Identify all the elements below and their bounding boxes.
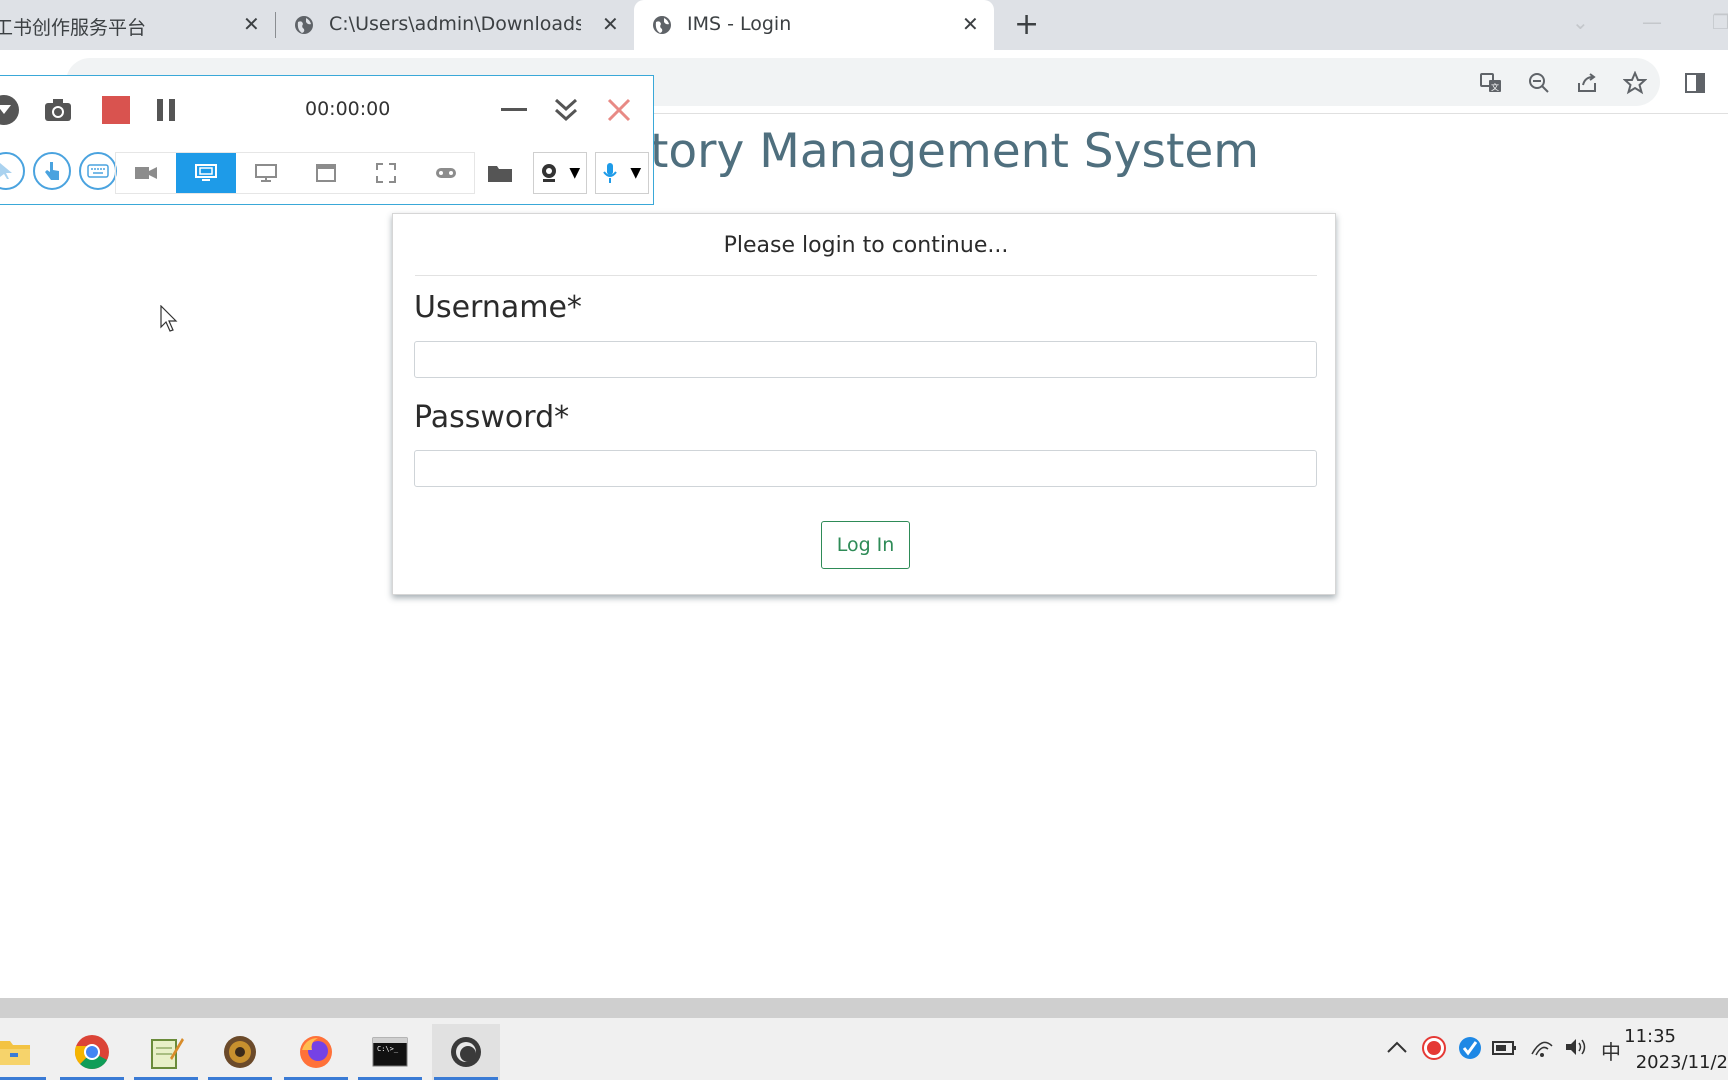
folder-icon	[0, 1041, 30, 1065]
tab-title: IMS - Login	[687, 13, 792, 35]
username-label: Username*	[414, 290, 582, 325]
restore-icon[interactable]: ❐	[1712, 10, 1728, 34]
gamepad-icon[interactable]	[416, 153, 476, 193]
microphone-dropdown[interactable]: ▼	[595, 152, 649, 194]
taskbar-app-terminal[interactable]: C:\>_	[356, 1024, 424, 1080]
taskbar-app-chrome[interactable]	[58, 1024, 126, 1080]
clock-date: 2023/11/2	[1635, 1052, 1728, 1073]
tab-2[interactable]: C:\Users\admin\Downloads\ ✕	[280, 0, 630, 50]
globe-icon	[295, 16, 313, 34]
globe-icon	[653, 16, 671, 34]
password-label: Password*	[414, 400, 570, 435]
recording-timer: 00:00:00	[305, 98, 391, 120]
share-icon[interactable]	[1574, 70, 1600, 96]
stop-record-button[interactable]	[102, 96, 130, 124]
tab-separator	[275, 12, 276, 38]
close-icon[interactable]	[605, 96, 633, 124]
star-icon[interactable]	[1622, 70, 1648, 96]
new-tab-button[interactable]: +	[1014, 10, 1039, 40]
chrome-icon	[74, 1035, 109, 1069]
screen-record-mode-icon[interactable]	[176, 153, 236, 193]
video-camera-icon[interactable]	[116, 153, 176, 193]
cursor-icon[interactable]	[0, 152, 25, 190]
taskbar-app-notepad[interactable]	[132, 1024, 200, 1080]
minimize-icon[interactable]: —	[1642, 10, 1662, 34]
webcam-dropdown[interactable]: ▼	[533, 152, 587, 194]
collapse-menu-icon[interactable]	[0, 95, 19, 125]
close-icon[interactable]: ✕	[243, 14, 260, 34]
notepad-icon	[151, 1038, 184, 1069]
tray-chevron-up-icon[interactable]	[1386, 1038, 1408, 1059]
tab-title: C:\Users\admin\Downloads\	[329, 13, 581, 35]
tray-record-icon[interactable]	[1422, 1036, 1446, 1065]
translate-icon[interactable]: 文	[1478, 70, 1504, 96]
card-header: Please login to continue...	[415, 230, 1317, 276]
recorder-controls: 00:00:00	[0, 76, 653, 140]
zoom-out-icon[interactable]	[1526, 70, 1552, 96]
login-card: Please login to continue... Username* Pa…	[392, 213, 1336, 595]
taskbar-app-settings[interactable]	[206, 1024, 274, 1080]
volume-icon[interactable]	[1564, 1036, 1588, 1063]
taskbar: C:\>_ 中	[0, 1018, 1728, 1080]
browser-tabstrip: 工书创作服务平台 ✕ C:\Users\admin\Downloads\ ✕ I…	[0, 0, 1728, 50]
monitor-icon[interactable]	[236, 153, 296, 193]
microphone-icon	[602, 163, 617, 183]
side-panel-icon[interactable]	[1682, 70, 1708, 96]
pause-icon[interactable]	[154, 96, 178, 124]
login-button[interactable]: Log In	[821, 521, 910, 569]
click-highlight-icon[interactable]	[33, 152, 71, 190]
capture-mode-group	[115, 152, 475, 194]
double-chevron-down-icon[interactable]	[551, 96, 581, 124]
minimize-icon[interactable]	[499, 98, 529, 122]
wifi-icon[interactable]	[1530, 1036, 1554, 1063]
close-icon[interactable]: ✕	[602, 14, 619, 34]
clock-time: 11:35	[1624, 1026, 1676, 1047]
window-icon[interactable]	[296, 153, 356, 193]
recorder-app-icon	[451, 1037, 481, 1067]
username-input[interactable]	[414, 341, 1317, 378]
tab-search-icon[interactable]: ⌄	[1572, 10, 1589, 34]
taskbar-app-recorder[interactable]	[432, 1024, 500, 1080]
taskbar-app-firefox[interactable]	[282, 1024, 350, 1080]
gear-icon	[224, 1036, 256, 1068]
tab-1[interactable]: 工书创作服务平台 ✕	[0, 0, 270, 50]
battery-icon	[1492, 1038, 1518, 1061]
firefox-icon	[300, 1036, 332, 1068]
recorder-modes: ▼ ▼	[0, 144, 653, 202]
password-input[interactable]	[414, 450, 1317, 487]
chevron-down-icon: ▼	[569, 165, 581, 181]
tab-3-active[interactable]: IMS - Login ✕	[634, 0, 994, 50]
screen-recorder-toolbar: 00:00:00 ▼ ▼	[0, 75, 654, 205]
chevron-down-icon: ▼	[630, 165, 642, 181]
svg-text:C:\>_: C:\>_	[377, 1045, 399, 1053]
fullscreen-icon[interactable]	[356, 153, 416, 193]
ime-indicator[interactable]: 中	[1601, 1036, 1621, 1065]
svg-text:文: 文	[1491, 82, 1499, 92]
page-title: tory Management System	[650, 124, 1260, 179]
screen: 工书创作服务平台 ✕ C:\Users\admin\Downloads\ ✕ I…	[0, 0, 1728, 1080]
terminal-icon: C:\>_	[372, 1037, 408, 1067]
tray-check-app-icon[interactable]	[1458, 1036, 1482, 1065]
close-icon[interactable]: ✕	[962, 14, 979, 34]
tab-title: 工书创作服务平台	[0, 17, 147, 39]
folder-icon[interactable]	[487, 162, 513, 184]
mouse-cursor-icon	[160, 305, 178, 332]
taskbar-app-file-explorer[interactable]	[0, 1024, 48, 1080]
webcam-icon	[541, 164, 556, 182]
camera-icon[interactable]	[43, 96, 73, 124]
taskbar-border	[0, 998, 1728, 1018]
system-clock[interactable]: 11:35 2023/11/2	[1624, 1024, 1728, 1076]
keyboard-icon[interactable]	[79, 152, 117, 190]
